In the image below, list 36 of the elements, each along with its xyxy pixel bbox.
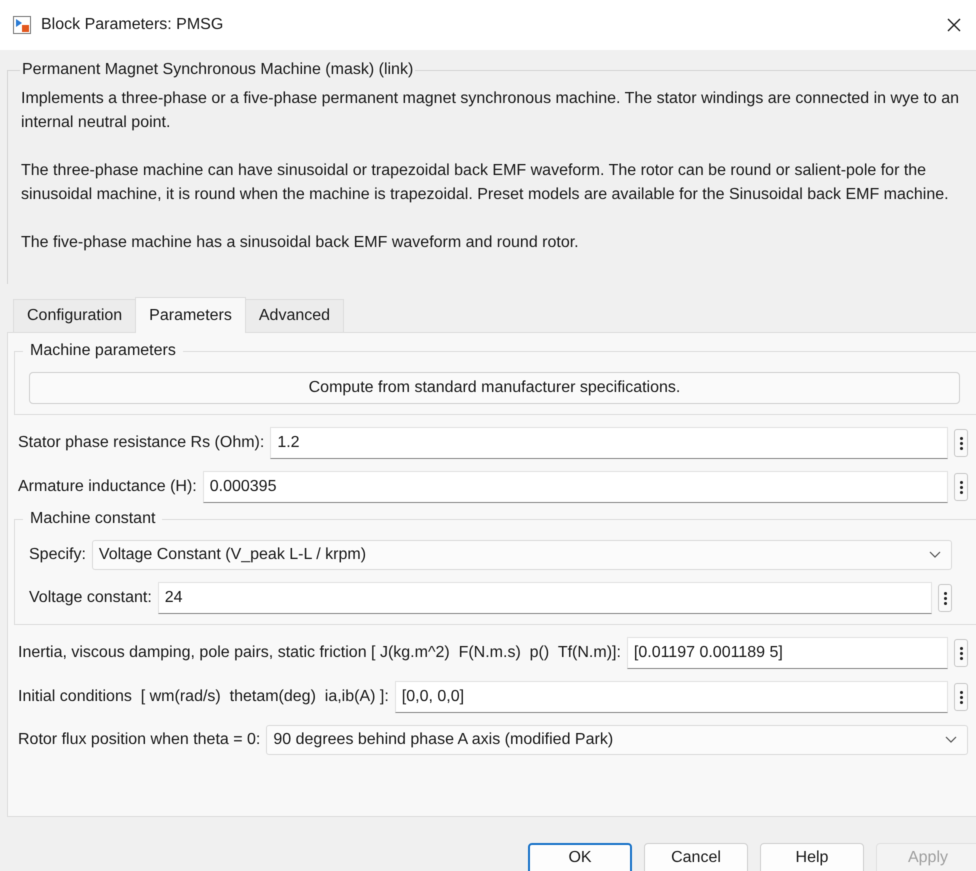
group-title: Machine parameters bbox=[23, 341, 183, 361]
dialog-button[interactable]: Cancel bbox=[644, 843, 748, 871]
tab[interactable]: Advanced bbox=[244, 299, 344, 332]
field-label: Inertia, viscous damping, pole pairs, static friction [ J(kg.m^2) F(N.m.s) p() Tf(N.m)]: bbox=[18, 644, 621, 662]
compute-button[interactable]: Compute from standard manufacturer specifications. bbox=[29, 372, 960, 404]
chevron-icon bbox=[929, 551, 941, 559]
window-title: Block Parameters: PMSG bbox=[41, 16, 224, 34]
description-text: The three-phase machine can have sinusoidal or trapezoidal back EMF waveform. The rotor can be round or salient-pole for the sinusoidal machine, it is round when the machine is trapezoidal. Preset models are available for the Sinusoidal back EMF machine. bbox=[21, 161, 950, 205]
group-title: Permanent Magnet Synchronous Machine (mask) (link) bbox=[20, 60, 416, 80]
block-icon bbox=[13, 16, 31, 34]
field-label: Initial conditions [ wm(rad/s) thetam(deg) ia,ib(A) ]: bbox=[18, 688, 389, 706]
field-label: Stator phase resistance Rs (Ohm): bbox=[18, 434, 264, 452]
chevron-icon bbox=[945, 736, 957, 744]
tab[interactable]: Configuration bbox=[13, 299, 136, 332]
more-options-icon[interactable] bbox=[954, 429, 968, 457]
field-label: Voltage constant: bbox=[29, 589, 152, 607]
dropdown[interactable]: Voltage Constant (V_peak L-L / krpm) bbox=[92, 540, 952, 570]
more-options-icon[interactable] bbox=[938, 584, 952, 612]
field-label: Specify: bbox=[29, 546, 86, 564]
field-label: Armature inductance (H): bbox=[18, 478, 197, 496]
close-icon[interactable] bbox=[946, 17, 962, 33]
more-options-icon[interactable] bbox=[954, 639, 968, 667]
field-label: Rotor flux position when theta = 0: bbox=[18, 731, 260, 749]
input-field[interactable]: [0,0, 0,0] bbox=[394, 681, 948, 713]
input-field[interactable]: 1.2 bbox=[270, 427, 948, 459]
input-field[interactable]: 0.000395 bbox=[202, 471, 948, 503]
dialog-button[interactable]: OK bbox=[528, 843, 632, 871]
input-field[interactable]: [0.01197 0.001189 5] bbox=[626, 637, 948, 669]
input-field[interactable]: 24 bbox=[158, 582, 932, 614]
more-options-icon[interactable] bbox=[954, 473, 968, 501]
more-options-icon[interactable] bbox=[954, 683, 968, 711]
dropdown[interactable]: 90 degrees behind phase A axis (modified Park) bbox=[266, 725, 968, 755]
description-text: Implements a three-phase or a five-phase permanent magnet synchronous machine. The stator windings are connected in wye to an internal neutral point. bbox=[21, 89, 960, 133]
description-text: The five-phase machine has a sinusoidal back EMF waveform and round rotor. bbox=[21, 233, 580, 253]
dialog-button[interactable]: Help bbox=[760, 843, 864, 871]
tab[interactable]: Parameters bbox=[135, 297, 246, 333]
